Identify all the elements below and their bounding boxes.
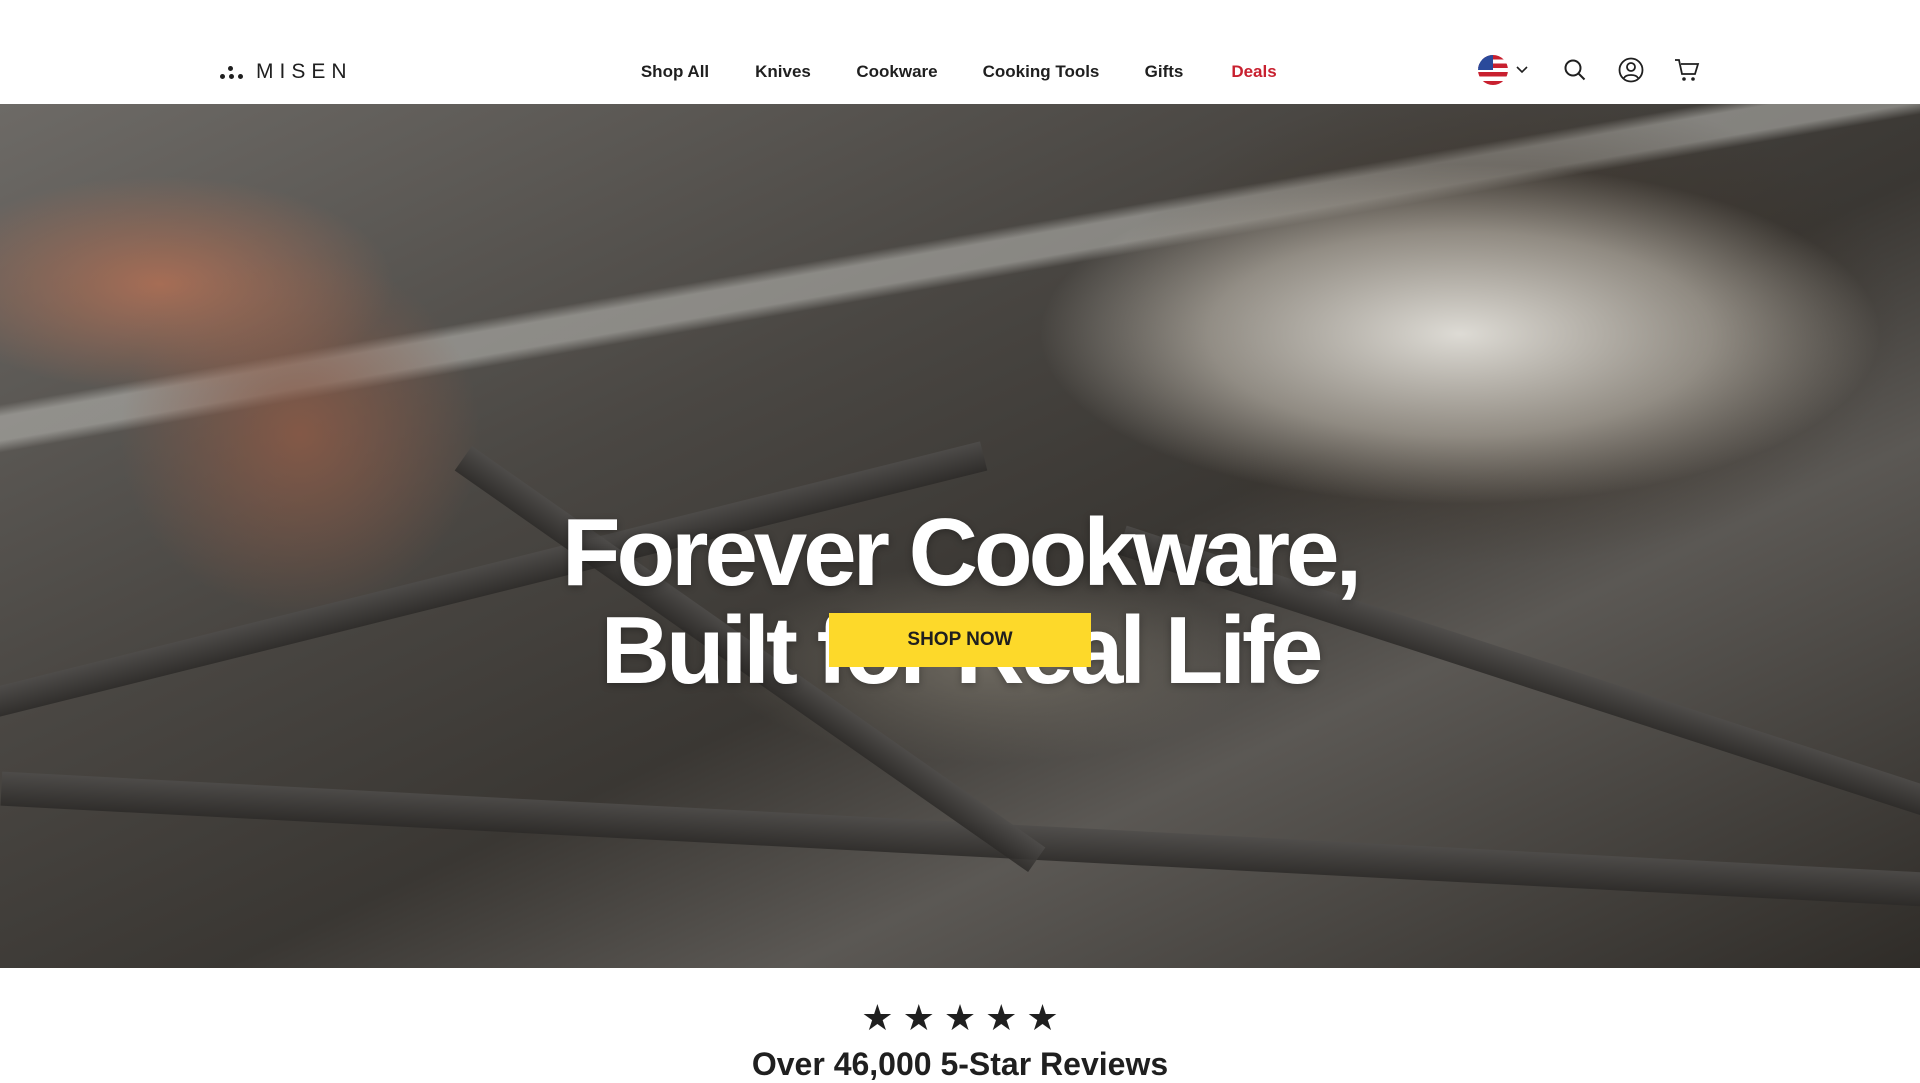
hero-banner: Forever Cookware, Built for Real Life: [0, 104, 1920, 968]
star-icon: ★: [861, 997, 894, 1038]
nav-gifts[interactable]: Gifts: [1145, 62, 1184, 82]
nav-shop-all[interactable]: Shop All: [641, 62, 709, 82]
shop-now-button[interactable]: SHOP NOW: [829, 613, 1091, 667]
cart-icon: [1675, 59, 1700, 81]
nav-cooking-tools[interactable]: Cooking Tools: [983, 62, 1100, 82]
nav-cookware[interactable]: Cookware: [856, 62, 937, 82]
us-flag-icon: [1478, 55, 1508, 85]
chevron-down-icon: [1516, 66, 1528, 74]
star-icon: ★: [1026, 997, 1059, 1038]
star-icon: ★: [985, 997, 1018, 1038]
account-button[interactable]: [1617, 56, 1645, 84]
search-button[interactable]: [1561, 56, 1589, 84]
star-rating: ★ ★ ★ ★ ★: [0, 1000, 1920, 1036]
hero-headline-line1: Forever Cookware,: [561, 499, 1362, 606]
hero-headline: Forever Cookware, Built for Real Life: [0, 504, 1920, 700]
reviews-heading: Over 46,000 5-Star Reviews: [751, 1046, 1169, 1082]
account-icon: [1618, 57, 1644, 83]
nav-knives[interactable]: Knives: [755, 62, 811, 82]
search-icon: [1564, 59, 1586, 81]
cart-button[interactable]: [1673, 56, 1701, 84]
star-icon: ★: [902, 997, 935, 1038]
nav-deals[interactable]: Deals: [1231, 62, 1276, 82]
country-selector[interactable]: [1478, 55, 1534, 85]
site-header: MISEN Shop All Knives Cookware Cooking T…: [0, 0, 1920, 104]
star-icon: ★: [943, 997, 977, 1038]
